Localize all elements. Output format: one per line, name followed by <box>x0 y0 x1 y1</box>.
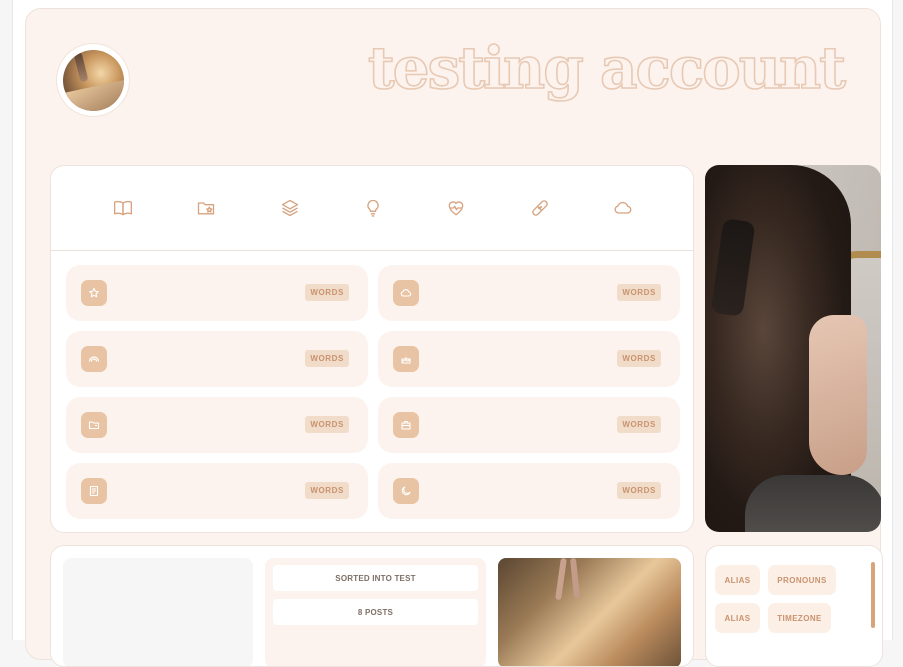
link-tile[interactable]: WORDS <box>378 463 680 519</box>
pronouns-chip[interactable]: PRONOUNS <box>768 565 836 595</box>
stat-sorted: SORTED INTO TEST <box>273 565 478 591</box>
link-tile[interactable]: WORDS <box>378 331 680 387</box>
timezone-chip[interactable]: TIMEZONE <box>768 603 831 633</box>
page-container: testing account WORDS WORDS WORDS WORDS … <box>12 0 893 667</box>
tile-tag: WORDS <box>305 284 349 301</box>
tile-tag: WORDS <box>305 482 349 499</box>
nav-panel: WORDS WORDS WORDS WORDS WORDS WORDS WORD… <box>50 165 694 533</box>
bag-icon <box>393 412 419 438</box>
document-icon <box>81 478 107 504</box>
stats-box: SORTED INTO TEST 8 POSTS <box>265 558 486 666</box>
profile-photo <box>705 165 881 532</box>
book-icon[interactable] <box>113 198 133 218</box>
folder-star-icon[interactable] <box>196 198 216 218</box>
tile-tag: WORDS <box>617 284 661 301</box>
scrollbar[interactable] <box>871 562 875 628</box>
cloud-icon <box>393 280 419 306</box>
rainbow-icon <box>81 346 107 372</box>
star-icon <box>81 280 107 306</box>
link-tile[interactable]: WORDS <box>66 265 368 321</box>
bottom-panel: SORTED INTO TEST 8 POSTS <box>50 545 694 667</box>
blank-box <box>63 558 253 666</box>
photo-arm <box>809 315 867 475</box>
photo-dress <box>745 475 881 532</box>
layers-icon[interactable] <box>280 198 300 218</box>
bandage-icon[interactable] <box>530 198 550 218</box>
alias-chip[interactable]: ALIAS <box>715 565 760 595</box>
stat-posts: 8 POSTS <box>273 599 478 625</box>
display-name: testing account <box>367 34 847 102</box>
link-tile[interactable]: WORDS <box>378 397 680 453</box>
tile-tag: WORDS <box>305 416 349 433</box>
nav-icon-row <box>51 166 693 251</box>
link-tile[interactable]: WORDS <box>66 397 368 453</box>
tile-tag: WORDS <box>617 350 661 367</box>
folder-icon <box>81 412 107 438</box>
lightbulb-icon[interactable] <box>363 198 383 218</box>
link-tile[interactable]: WORDS <box>66 463 368 519</box>
cake-icon <box>393 346 419 372</box>
moon-icon <box>393 478 419 504</box>
alias-chip[interactable]: ALIAS <box>715 603 760 633</box>
profile-card: testing account WORDS WORDS WORDS WORDS … <box>25 8 883 667</box>
avatar[interactable] <box>57 44 129 116</box>
avatar-image <box>62 49 124 111</box>
tile-tag: WORDS <box>305 350 349 367</box>
info-panel: ALIAS PRONOUNS ALIAS TIMEZONE <box>705 545 883 667</box>
tile-tag: WORDS <box>617 416 661 433</box>
mini-photo <box>498 558 681 666</box>
heartbeat-icon[interactable] <box>446 198 466 218</box>
link-tiles-grid: WORDS WORDS WORDS WORDS WORDS WORDS WORD… <box>66 265 680 519</box>
link-tile[interactable]: WORDS <box>66 331 368 387</box>
link-tile[interactable]: WORDS <box>378 265 680 321</box>
cloud-icon[interactable] <box>613 198 633 218</box>
tile-tag: WORDS <box>617 482 661 499</box>
